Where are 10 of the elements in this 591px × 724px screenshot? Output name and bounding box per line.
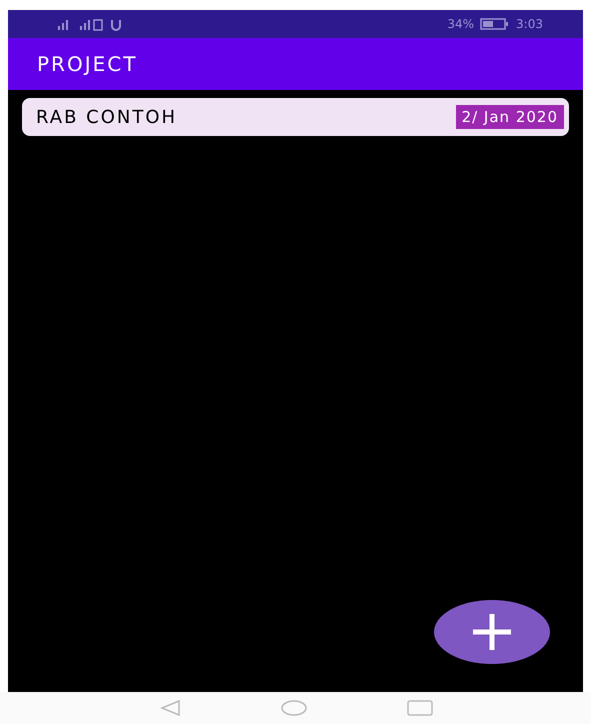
clock: 3:03 <box>516 16 543 33</box>
project-card[interactable]: RAB CONTOH 2/ Jan 2020 <box>22 98 569 136</box>
battery-icon <box>480 18 510 30</box>
home-icon[interactable] <box>280 699 306 717</box>
back-icon[interactable] <box>158 699 180 717</box>
battery-percent: 34% <box>447 16 474 33</box>
project-name: RAB CONTOH <box>36 106 178 130</box>
recents-icon[interactable] <box>406 700 432 716</box>
project-date: 2/ Jan 2020 <box>456 104 564 130</box>
app-title: PROJECT <box>37 51 138 78</box>
